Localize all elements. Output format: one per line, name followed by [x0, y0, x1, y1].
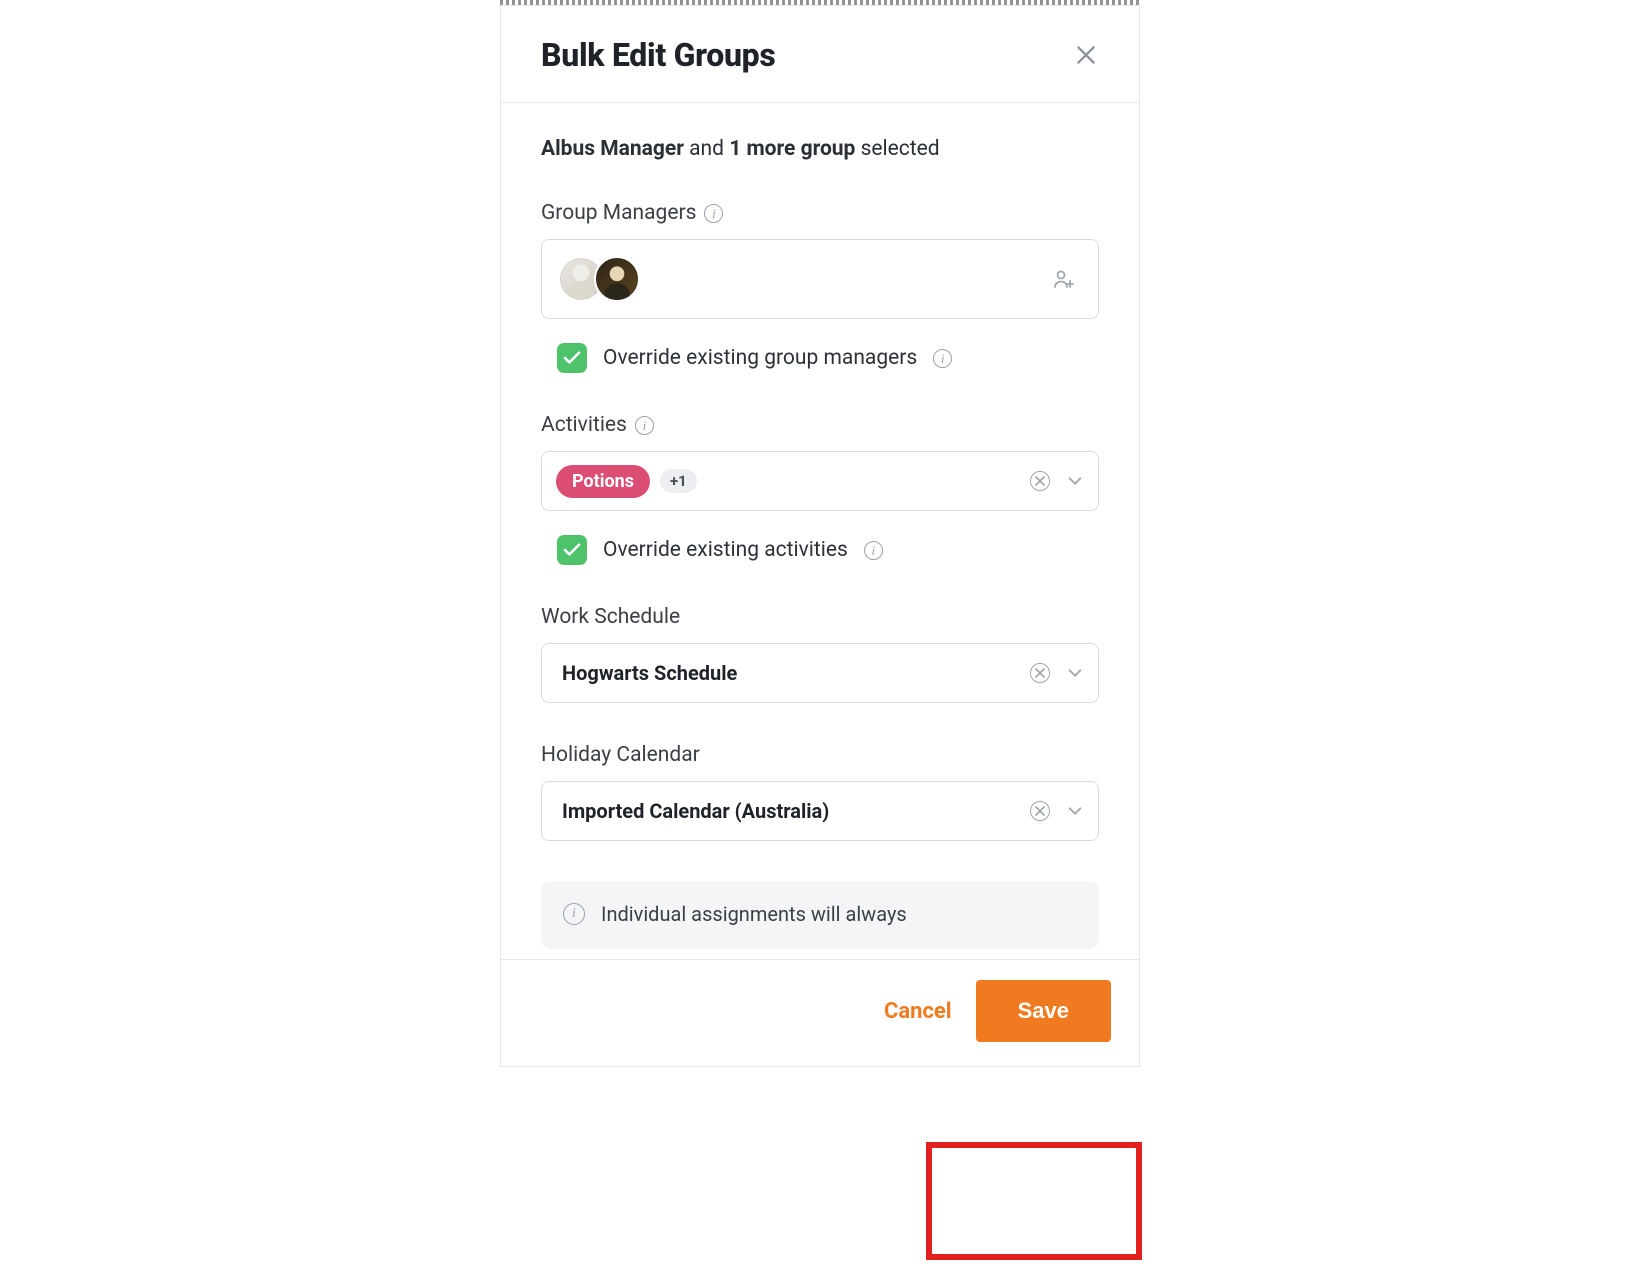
chevron-down-icon[interactable] — [1066, 802, 1084, 820]
override-managers-row: Override existing group managers i — [541, 343, 1099, 373]
activities-field: Activities i Potions +1 — [541, 413, 1099, 565]
group-managers-field: Group Managers i — [541, 201, 1099, 373]
chevron-down-icon[interactable] — [1066, 664, 1084, 682]
holiday-calendar-select[interactable]: Imported Calendar (Australia) — [541, 781, 1099, 841]
info-banner: i Individual assignments will always — [541, 881, 1099, 949]
holiday-calendar-field: Holiday Calendar Imported Calendar (Aust… — [541, 743, 1099, 841]
work-schedule-field: Work Schedule Hogwarts Schedule — [541, 605, 1099, 703]
modal-body: Albus Manager and 1 more group selected … — [501, 103, 1139, 959]
info-icon[interactable]: i — [704, 204, 723, 223]
info-icon: i — [563, 903, 585, 925]
activity-pill[interactable]: Potions — [556, 465, 650, 498]
avatar[interactable] — [594, 256, 640, 302]
work-schedule-value: Hogwarts Schedule — [556, 661, 737, 685]
activities-label: Activities — [541, 413, 627, 437]
highlight-save — [926, 1142, 1142, 1260]
clear-icon[interactable] — [1030, 663, 1050, 683]
holiday-calendar-label: Holiday Calendar — [541, 743, 700, 767]
work-schedule-label: Work Schedule — [541, 605, 680, 629]
info-icon[interactable]: i — [933, 349, 952, 368]
more-groups-count: 1 more group — [729, 137, 855, 161]
selected-group-name: Albus Manager — [541, 137, 684, 161]
clear-icon[interactable] — [1030, 801, 1050, 821]
override-managers-checkbox[interactable] — [557, 343, 587, 373]
override-managers-label: Override existing group managers — [603, 346, 917, 370]
info-banner-text: Individual assignments will always — [601, 901, 907, 928]
holiday-calendar-value: Imported Calendar (Australia) — [556, 799, 829, 823]
save-button[interactable]: Save — [976, 980, 1111, 1042]
group-managers-input[interactable] — [541, 239, 1099, 319]
selection-summary: Albus Manager and 1 more group selected — [541, 137, 1099, 161]
work-schedule-select[interactable]: Hogwarts Schedule — [541, 643, 1099, 703]
chevron-down-icon[interactable] — [1066, 472, 1084, 490]
close-icon[interactable] — [1073, 42, 1099, 68]
manager-avatars — [558, 256, 640, 302]
override-activities-label: Override existing activities — [603, 538, 848, 562]
modal-title: Bulk Edit Groups — [541, 36, 776, 74]
bulk-edit-groups-modal: Bulk Edit Groups Albus Manager and 1 mor… — [500, 5, 1140, 1067]
activities-select[interactable]: Potions +1 — [541, 451, 1099, 511]
cancel-button[interactable]: Cancel — [884, 999, 952, 1024]
override-activities-row: Override existing activities i — [541, 535, 1099, 565]
clear-icon[interactable] — [1030, 471, 1050, 491]
modal-header: Bulk Edit Groups — [501, 6, 1139, 103]
override-activities-checkbox[interactable] — [557, 535, 587, 565]
group-managers-label: Group Managers — [541, 201, 696, 225]
add-person-icon[interactable] — [1052, 267, 1076, 291]
activities-more-badge[interactable]: +1 — [660, 469, 697, 493]
info-icon[interactable]: i — [635, 416, 654, 435]
modal-footer: Cancel Save — [501, 959, 1139, 1066]
info-icon[interactable]: i — [864, 541, 883, 560]
